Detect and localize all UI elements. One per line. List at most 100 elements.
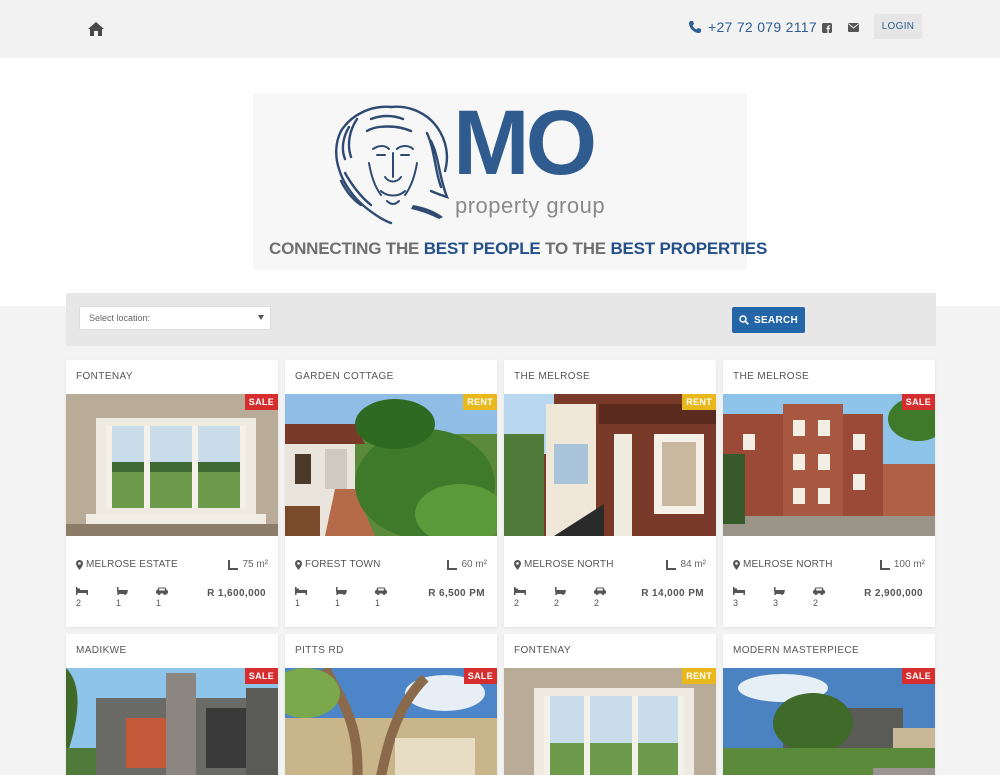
map-marker-icon xyxy=(733,559,740,570)
map-marker-icon xyxy=(295,559,302,570)
phone-number: +27 72 079 2117 xyxy=(708,19,817,35)
bed-icon xyxy=(76,587,88,595)
listing-title[interactable]: FONTENAY xyxy=(66,360,278,394)
listing-card[interactable]: THE MELROSE RENT MELROSE NORTH 84 m² 2 2… xyxy=(504,360,716,627)
bedrooms-count: 1 xyxy=(295,598,301,608)
listing-title[interactable]: FONTENAY xyxy=(504,634,716,668)
car-icon xyxy=(375,587,387,595)
listing-photo[interactable]: RENT xyxy=(504,668,716,775)
garages: 2 xyxy=(813,587,825,608)
listing-size: 100 m² xyxy=(879,559,925,570)
listing-card[interactable]: THE MELROSE SALE MELROSE NORTH 100 m² 3 … xyxy=(723,360,935,627)
listing-price: R 1,600,000 xyxy=(207,588,266,599)
listing-image xyxy=(66,668,278,775)
garages-count: 2 xyxy=(813,598,819,608)
listing-price: R 2,900,000 xyxy=(864,588,923,599)
listing-location: MELROSE NORTH xyxy=(733,559,833,570)
bathrooms-count: 3 xyxy=(773,598,779,608)
sale-badge: SALE xyxy=(463,668,497,684)
search-button[interactable]: SEARCH xyxy=(732,307,805,333)
location-select-value: Select location: xyxy=(89,313,151,323)
listing-title[interactable]: THE MELROSE xyxy=(723,360,935,394)
facebook-icon[interactable] xyxy=(822,23,832,33)
envelope-icon[interactable] xyxy=(848,23,859,32)
listing-title[interactable]: PITTS RD xyxy=(285,634,497,668)
home-icon[interactable] xyxy=(88,22,104,36)
listing-title[interactable]: MODERN MASTERPIECE xyxy=(723,634,935,668)
listing-title[interactable]: GARDEN COTTAGE xyxy=(285,360,497,394)
phone-link[interactable]: +27 72 079 2117 xyxy=(688,19,817,35)
logo-wordmark: MO xyxy=(453,92,597,194)
phone-icon xyxy=(689,21,701,33)
location-label: FOREST TOWN xyxy=(305,559,381,570)
listing-photo[interactable]: SALE xyxy=(723,668,935,775)
garages-count: 2 xyxy=(594,598,600,608)
tagline-part-2: BEST PEOPLE xyxy=(423,239,541,258)
map-marker-icon xyxy=(514,559,521,570)
sale-badge: SALE xyxy=(244,668,278,684)
listing-photo[interactable]: RENT xyxy=(285,394,497,536)
login-button[interactable]: LOGIN xyxy=(874,14,922,39)
floor-area-icon xyxy=(228,559,239,570)
car-icon xyxy=(594,587,606,595)
search-bar: Select location: SEARCH xyxy=(66,293,936,346)
bedrooms: 1 xyxy=(295,587,307,608)
tagline-part-4: BEST PROPERTIES xyxy=(610,239,768,258)
listing-photo[interactable]: SALE xyxy=(66,394,278,536)
floor-area-icon xyxy=(666,559,677,570)
listing-image xyxy=(723,394,935,536)
brand-tagline: CONNECTING THE BEST PEOPLE TO THE BEST P… xyxy=(269,239,767,259)
bedrooms: 3 xyxy=(733,587,745,608)
bedrooms-count: 2 xyxy=(76,598,82,608)
floor-area-icon xyxy=(879,559,890,570)
bath-icon xyxy=(555,587,566,595)
listing-size: 60 m² xyxy=(447,559,487,570)
listing-photo[interactable]: SALE xyxy=(285,668,497,775)
listing-card[interactable]: PITTS RD SALE xyxy=(285,634,497,775)
size-label: 100 m² xyxy=(893,559,925,570)
listing-size: 75 m² xyxy=(228,559,268,570)
listing-photo[interactable]: RENT xyxy=(504,394,716,536)
location-label: MELROSE ESTATE xyxy=(86,559,178,570)
bathrooms: 1 xyxy=(116,587,128,608)
bathrooms-count: 2 xyxy=(554,598,560,608)
car-icon xyxy=(156,587,168,595)
car-icon xyxy=(813,587,825,595)
tagline-part-3: TO THE xyxy=(540,239,611,258)
location-label: MELROSE NORTH xyxy=(524,559,614,570)
location-select[interactable]: Select location: xyxy=(79,306,271,330)
map-marker-icon xyxy=(76,559,83,570)
listing-card[interactable]: FONTENAY SALE MELROSE ESTATE 75 m² 2 1 1… xyxy=(66,360,278,627)
listing-photo[interactable]: SALE xyxy=(66,668,278,775)
search-button-label: SEARCH xyxy=(753,314,799,326)
listing-card[interactable]: MADIKWE SALE xyxy=(66,634,278,775)
listing-location: MELROSE ESTATE xyxy=(76,559,178,570)
garages: 1 xyxy=(156,587,168,608)
listing-photo[interactable]: SALE xyxy=(723,394,935,536)
sale-badge: SALE xyxy=(901,668,935,684)
sale-badge: SALE xyxy=(901,394,935,410)
listing-price: R 14,000 PM xyxy=(641,588,704,599)
brand-logo[interactable]: MO property group CONNECTING THE BEST PE… xyxy=(253,92,767,270)
listing-image xyxy=(504,668,716,775)
hero-banner: MO property group CONNECTING THE BEST PE… xyxy=(0,58,1000,306)
bedrooms: 2 xyxy=(514,587,526,608)
bathrooms: 1 xyxy=(335,587,347,608)
listing-card[interactable]: GARDEN COTTAGE RENT FOREST TOWN 60 m² 1 … xyxy=(285,360,497,627)
floor-area-icon xyxy=(447,559,458,570)
caret-down-icon xyxy=(258,315,264,320)
listing-card[interactable]: FONTENAY RENT xyxy=(504,634,716,775)
bedrooms: 2 xyxy=(76,587,88,608)
top-bar: +27 72 079 2117 LOGIN xyxy=(0,0,1000,58)
size-label: 84 m² xyxy=(680,559,706,570)
listing-title[interactable]: MADIKWE xyxy=(66,634,278,668)
bathrooms-count: 1 xyxy=(335,598,341,608)
listing-image xyxy=(723,668,935,775)
garages-count: 1 xyxy=(375,598,381,608)
listing-image xyxy=(66,394,278,536)
listing-card[interactable]: MODERN MASTERPIECE SALE xyxy=(723,634,935,775)
listing-title[interactable]: THE MELROSE xyxy=(504,360,716,394)
listing-image xyxy=(504,394,716,536)
search-icon xyxy=(739,315,749,325)
bed-icon xyxy=(733,587,745,595)
